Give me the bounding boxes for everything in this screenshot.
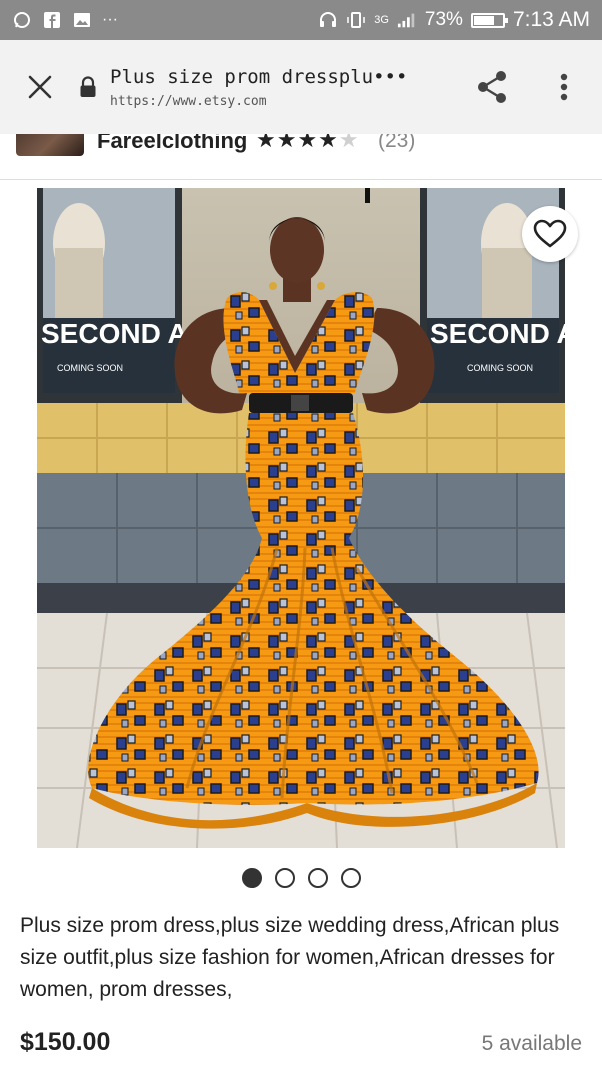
star-filled-icon: ★★★★ xyxy=(256,134,339,152)
gallery-icon xyxy=(72,10,92,30)
signal-icon xyxy=(397,10,417,30)
product-price: $150.00 xyxy=(20,1028,111,1056)
star-rating: ★★★★★ xyxy=(256,134,360,153)
battery-percent: 73% xyxy=(424,9,463,30)
close-button[interactable] xyxy=(0,40,80,134)
clock: 7:13 AM xyxy=(512,8,590,31)
lock-icon xyxy=(74,76,102,98)
page-title: Plus size prom dressplu••• xyxy=(110,65,408,88)
poster-coming-soon-left: COMING SOON xyxy=(57,363,123,373)
carousel-dot-1[interactable] xyxy=(241,868,262,888)
image-carousel-indicator xyxy=(0,868,602,888)
custom-tab-toolbar: Plus size prom dressplu••• https://www.e… xyxy=(0,40,602,134)
star-empty-icon: ★ xyxy=(338,134,360,152)
network-type: 3G xyxy=(374,13,389,26)
product-title: Plus size prom dress,plus size wedding d… xyxy=(20,914,560,1001)
url-area[interactable]: Plus size prom dressplu••• https://www.e… xyxy=(110,66,420,109)
battery-icon xyxy=(470,12,508,28)
shop-name[interactable]: Fareelclothing xyxy=(97,134,247,154)
facebook-icon xyxy=(42,10,62,30)
close-icon xyxy=(28,75,52,99)
share-button[interactable] xyxy=(472,64,512,110)
more-vert-icon xyxy=(560,73,568,101)
system-status: 3G 73% 7:13 AM xyxy=(318,8,590,32)
favorite-button[interactable] xyxy=(522,206,578,262)
poster-coming-soon-right: COMING SOON xyxy=(467,363,533,373)
product-image[interactable]: SECOND ACT COMING SOON SECOND ACT COMING… xyxy=(37,188,565,848)
notification-icons: ··· xyxy=(12,10,118,30)
headset-icon xyxy=(318,10,338,30)
carousel-dot-4[interactable] xyxy=(340,868,361,888)
url-address: https://www.etsy.com xyxy=(110,93,267,109)
vibrate-icon xyxy=(346,10,366,30)
carousel-dot-2[interactable] xyxy=(274,868,295,888)
battery-level xyxy=(473,15,495,25)
share-icon xyxy=(478,71,506,103)
carousel-dot-3[interactable] xyxy=(307,868,328,888)
shop-header[interactable]: Fareelclothing ★★★★★ (23) xyxy=(0,134,602,180)
whatsapp-icon xyxy=(12,10,32,30)
poster-text-right: SECOND ACT xyxy=(430,318,565,349)
more-notifications-icon: ··· xyxy=(102,11,118,28)
status-bar: ··· 3G 73% 7:13 AM xyxy=(0,0,602,40)
heart-icon xyxy=(533,219,567,248)
availability: 5 available xyxy=(481,1032,582,1055)
review-count[interactable]: (23) xyxy=(378,134,415,153)
shop-avatar[interactable] xyxy=(16,134,84,156)
overflow-menu-button[interactable] xyxy=(548,64,580,110)
dress-photo: SECOND ACT COMING SOON SECOND ACT COMING… xyxy=(37,188,565,848)
